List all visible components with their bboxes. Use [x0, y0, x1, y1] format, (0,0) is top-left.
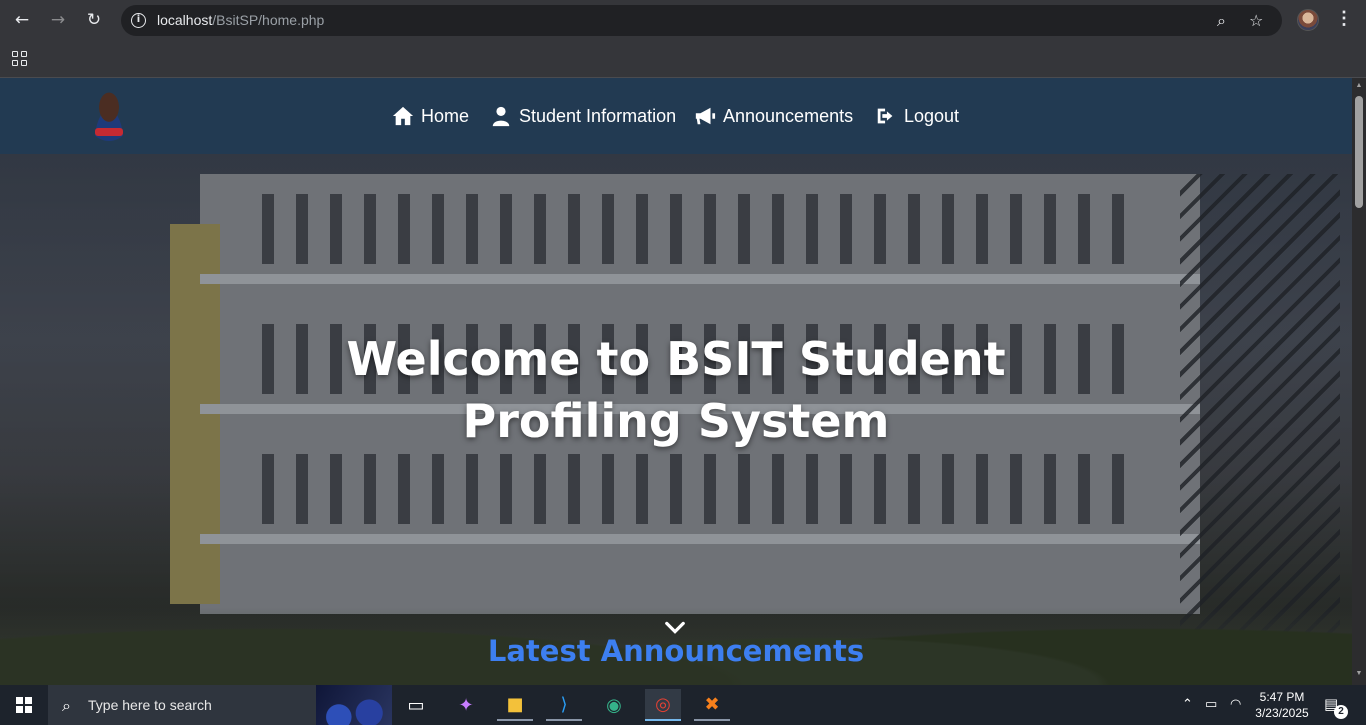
apps-grid-icon[interactable] — [12, 51, 27, 66]
menu-dots-icon[interactable]: ⋮ — [1334, 8, 1354, 29]
clock-date: 3/23/2025 — [1255, 706, 1309, 720]
building-windows — [240, 194, 1140, 264]
site-navbar: Home Student Information Announcements L… — [0, 78, 1352, 154]
nav-logout[interactable]: Logout — [875, 103, 959, 129]
zoom-icon[interactable]: ⌕ — [1217, 11, 1226, 31]
url-host: localhost — [157, 12, 213, 28]
forward-arrow-icon[interactable]: → — [45, 8, 71, 32]
building-floor-line — [200, 534, 1200, 544]
nav-logout-label: Logout — [904, 105, 960, 126]
search-placeholder: Type here to search — [88, 697, 212, 713]
scroll-thumb[interactable] — [1355, 96, 1363, 208]
scroll-down-icon[interactable]: ▼ — [1355, 670, 1363, 678]
megaphone-icon — [695, 107, 716, 125]
site-info-icon[interactable]: i — [131, 13, 146, 28]
browser-toolbar: ← → ↻ i localhost/BsitSP/home.php ⌕ ☆ ⋮ — [0, 0, 1366, 40]
search-highlight-image — [316, 685, 392, 725]
chrome-icon[interactable]: ◎ — [645, 689, 681, 721]
latest-announcements-heading: Latest Announcements — [487, 634, 865, 668]
nav-announcements-label: Announcements — [723, 105, 854, 126]
windows-taskbar: ⌕ Type here to search ▭ ✦ ■ ⟩ ◉ ◎ ✖ ⌃ ▭ … — [0, 685, 1366, 725]
building-windows — [240, 454, 1140, 524]
reload-icon[interactable]: ↻ — [81, 8, 107, 32]
scroll-up-icon[interactable]: ▲ — [1355, 82, 1363, 90]
bookmark-star-icon[interactable]: ☆ — [1249, 11, 1263, 30]
edge-icon[interactable]: ◉ — [596, 689, 632, 721]
wifi-icon[interactable]: ◠ — [1230, 697, 1241, 712]
vscode-icon[interactable]: ⟩ — [546, 689, 582, 721]
battery-icon[interactable]: ▭ — [1205, 697, 1217, 712]
nav-student-information-label: Student Information — [519, 105, 677, 126]
profile-avatar[interactable] — [1297, 9, 1319, 31]
nav-student-information[interactable]: Student Information — [490, 103, 676, 129]
url-path: /BsitSP/home.php — [212, 12, 325, 28]
page-viewport: Welcome to BSIT Student Profiling System… — [0, 78, 1352, 685]
notification-badge: 2 — [1334, 705, 1348, 719]
address-bar[interactable]: i localhost/BsitSP/home.php ⌕ ☆ — [121, 5, 1282, 36]
copilot-icon[interactable]: ✦ — [448, 689, 484, 721]
hero-title: Welcome to BSIT Student Profiling System — [346, 332, 1006, 448]
logo-jersey-band — [95, 128, 123, 136]
url-text[interactable]: localhost/BsitSP/home.php — [157, 12, 324, 28]
clock-time: 5:47 PM — [1259, 690, 1305, 704]
windows-start-icon[interactable] — [16, 697, 32, 713]
home-icon — [392, 106, 414, 126]
nav-home[interactable]: Home — [392, 103, 469, 129]
task-view-icon[interactable]: ▭ — [398, 689, 434, 721]
nav-home-label: Home — [421, 105, 470, 126]
taskbar-search[interactable]: ⌕ Type here to search — [48, 685, 392, 725]
nav-announcements[interactable]: Announcements — [694, 103, 853, 129]
logout-icon — [877, 108, 893, 124]
user-icon — [492, 106, 510, 127]
bookmarks-bar — [0, 40, 1366, 78]
building-floor-line — [200, 274, 1200, 284]
tray-chevron-up-icon[interactable]: ⌃ — [1182, 697, 1193, 712]
page-scrollbar[interactable]: ▲ ▼ — [1352, 78, 1366, 685]
back-arrow-icon[interactable]: ← — [9, 8, 35, 32]
search-icon: ⌕ — [62, 696, 71, 715]
file-explorer-icon[interactable]: ■ — [497, 689, 533, 721]
xampp-icon[interactable]: ✖ — [694, 689, 730, 721]
taskbar-clock[interactable]: 5:47 PM 3/23/2025 — [1254, 689, 1310, 721]
